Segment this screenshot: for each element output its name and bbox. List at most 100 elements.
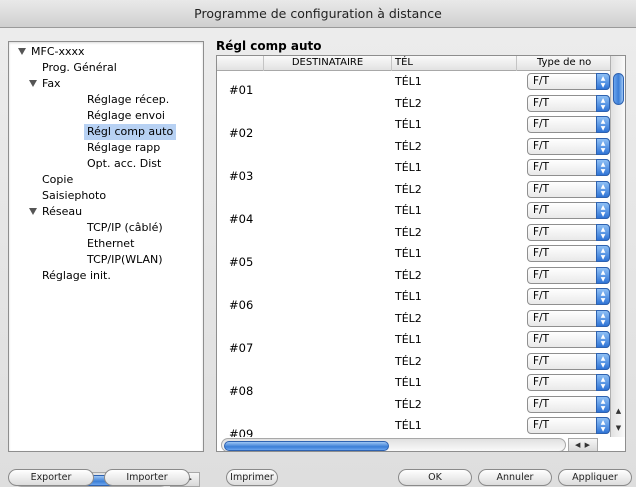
tel-label: TÉL2 <box>395 311 422 325</box>
tel-label: TÉL1 <box>395 204 422 217</box>
row-number: #02 <box>229 126 254 140</box>
type-select[interactable]: F/T ▲▼ <box>527 309 610 327</box>
ok-button[interactable]: OK <box>398 469 472 486</box>
type-select[interactable]: F/T ▲▼ <box>527 417 610 434</box>
type-select[interactable]: F/T ▲▼ <box>527 180 610 198</box>
type-select-value: F/T <box>533 139 549 152</box>
tree-item-reglage-rapp[interactable]: Réglage rapp <box>87 140 160 156</box>
type-select-value: F/T <box>533 333 549 345</box>
stepper-arrows-icon: ▲▼ <box>596 374 610 391</box>
tree-item-reseau[interactable]: Réseau <box>42 204 82 220</box>
scroll-arrows-icon[interactable]: ▲ ▼ <box>611 403 625 437</box>
type-select[interactable]: F/T ▲▼ <box>527 137 610 155</box>
scrollbar-thumb[interactable] <box>613 73 624 105</box>
row-number: #03 <box>229 169 254 183</box>
type-select-value: F/T <box>533 118 549 130</box>
table-horizontal-scrollbar[interactable]: ◀ ▶ <box>217 437 610 451</box>
type-select-value: F/T <box>533 161 549 173</box>
tree-item-reglage-recep[interactable]: Réglage récep. <box>87 92 169 108</box>
type-select-value: F/T <box>533 268 549 281</box>
disclosure-triangle-icon[interactable] <box>18 48 26 55</box>
stepper-arrows-icon: ▲▼ <box>596 223 610 241</box>
type-select[interactable]: F/T ▲▼ <box>527 352 610 370</box>
tree-item-fax[interactable]: Fax <box>42 76 61 92</box>
export-button[interactable]: Exporter <box>8 469 94 486</box>
tel-label: TÉL2 <box>395 397 422 411</box>
tel-label: TÉL1 <box>395 118 422 131</box>
type-select[interactable]: F/T ▲▼ <box>527 288 610 305</box>
stepper-arrows-icon: ▲▼ <box>596 94 610 112</box>
type-select[interactable]: F/T ▲▼ <box>527 94 610 112</box>
stepper-arrows-icon: ▲▼ <box>596 266 610 284</box>
tel-label: TÉL1 <box>395 333 422 346</box>
tree-item-mfc[interactable]: MFC-xxxx <box>31 44 85 60</box>
scrollbar-track[interactable] <box>221 438 566 451</box>
tel-label: TÉL2 <box>395 96 422 110</box>
tree-item-opt-acc-dist[interactable]: Opt. acc. Dist <box>87 156 161 172</box>
stepper-arrows-icon: ▲▼ <box>596 159 610 176</box>
print-button[interactable]: Imprimer <box>226 469 278 486</box>
scrollbar-thumb[interactable] <box>224 441 389 451</box>
row-number: #05 <box>229 255 254 269</box>
stepper-arrows-icon: ▲▼ <box>596 245 610 262</box>
tel-label: TÉL2 <box>395 182 422 196</box>
tel-label: TÉL1 <box>395 75 422 88</box>
stepper-arrows-icon: ▲▼ <box>596 116 610 133</box>
window-title: Programme de configuration à distance <box>0 0 636 28</box>
tel-label: TÉL2 <box>395 139 422 153</box>
tel-label: TÉL1 <box>395 376 422 389</box>
tree-item-reglage-init[interactable]: Réglage init. <box>42 268 111 284</box>
disclosure-triangle-icon[interactable] <box>29 208 37 215</box>
type-select-value: F/T <box>533 75 549 87</box>
tel-label: TÉL1 <box>395 161 422 174</box>
tree-item-tcpip-cable[interactable]: TCP/IP (câblé) <box>87 220 163 236</box>
type-select[interactable]: F/T ▲▼ <box>527 73 610 90</box>
type-select-value: F/T <box>533 376 549 388</box>
tel-label: TÉL2 <box>395 354 422 368</box>
stepper-arrows-icon: ▲▼ <box>596 331 610 348</box>
tree-item-reglage-envoi[interactable]: Réglage envoi <box>87 108 165 124</box>
type-select-value: F/T <box>533 96 549 109</box>
scroll-arrows-icon[interactable]: ◀ ▶ <box>568 438 598 451</box>
tree-item-regl-comp-auto[interactable]: Régl comp auto <box>84 124 177 140</box>
table-vertical-scrollbar[interactable]: ▲ ▼ <box>610 56 625 437</box>
column-header-number[interactable] <box>217 56 264 71</box>
row-number: #08 <box>229 384 254 398</box>
table-header: DESTINATAIRE TÉL Type de no <box>217 56 610 71</box>
type-select-value: F/T <box>533 354 549 367</box>
tel-label: TÉL2 <box>395 225 422 239</box>
stepper-arrows-icon: ▲▼ <box>596 288 610 305</box>
stepper-arrows-icon: ▲▼ <box>596 417 610 434</box>
tree-item-saisiephoto[interactable]: Saisiephoto <box>42 188 106 204</box>
column-header-destinataire[interactable]: DESTINATAIRE <box>264 56 392 71</box>
type-select[interactable]: F/T ▲▼ <box>527 223 610 241</box>
type-select[interactable]: F/T ▲▼ <box>527 245 610 262</box>
type-select[interactable]: F/T ▲▼ <box>527 202 610 219</box>
type-select-value: F/T <box>533 397 549 410</box>
type-select-value: F/T <box>533 225 549 238</box>
tree-item-ethernet[interactable]: Ethernet <box>87 236 134 252</box>
type-select[interactable]: F/T ▲▼ <box>527 116 610 133</box>
tel-label: TÉL1 <box>395 247 422 260</box>
type-select[interactable]: F/T ▲▼ <box>527 159 610 176</box>
stepper-arrows-icon: ▲▼ <box>596 309 610 327</box>
tree-item-tcpip-wlan[interactable]: TCP/IP(WLAN) <box>87 252 163 268</box>
type-select[interactable]: F/T ▲▼ <box>527 374 610 391</box>
type-select-value: F/T <box>533 182 549 195</box>
row-number: #04 <box>229 212 254 226</box>
cancel-button[interactable]: Annuler <box>478 469 552 486</box>
column-header-tel[interactable]: TÉL <box>392 56 517 71</box>
stepper-arrows-icon: ▲▼ <box>596 202 610 219</box>
tree-item-copie[interactable]: Copie <box>42 172 73 188</box>
speed-dial-table: DESTINATAIRE TÉL Type de no #01 TÉL1 TÉL2 F… <box>216 55 626 452</box>
tree-item-prog-general[interactable]: Prog. Général <box>42 60 117 76</box>
column-header-type[interactable]: Type de no <box>517 56 610 71</box>
type-select[interactable]: F/T ▲▼ <box>527 331 610 348</box>
disclosure-triangle-icon[interactable] <box>29 80 37 87</box>
type-select[interactable]: F/T ▲▼ <box>527 266 610 284</box>
settings-tree: MFC-xxxx Prog. Général Fax Réglage récep… <box>8 41 204 487</box>
apply-button[interactable]: Appliquer <box>558 469 632 486</box>
type-select[interactable]: F/T ▲▼ <box>527 395 610 413</box>
tel-label: TÉL2 <box>395 268 422 282</box>
import-button[interactable]: Importer <box>104 469 190 486</box>
